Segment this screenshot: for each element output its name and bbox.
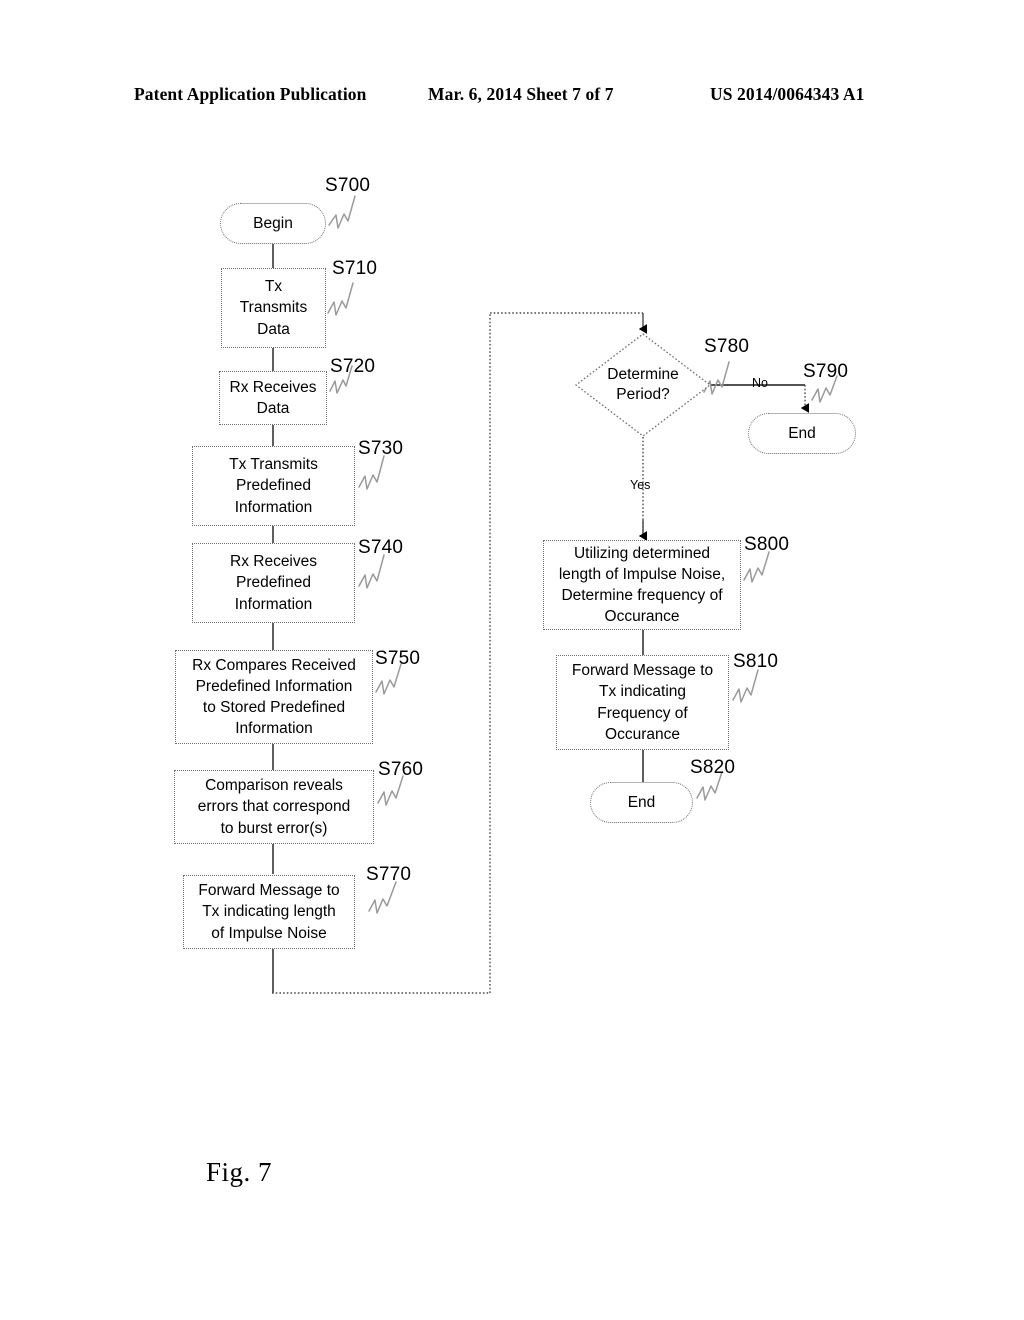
step-ref-s720: S720 <box>330 356 376 377</box>
node-end-no-branch[interactable]: End <box>748 413 856 454</box>
node-begin-label: Begin <box>253 214 293 232</box>
step-ref-s780: S780 <box>704 336 750 357</box>
node-tx-transmits-predefined-information-label: Tx Transmits Predefined Information <box>229 456 318 516</box>
step-ref-s710: S710 <box>332 258 378 279</box>
node-forward-message-frequency-occurance-label: Forward Message to Tx indicating Frequen… <box>571 662 714 743</box>
decision-determine-period[interactable]: Determine Period? <box>575 333 711 437</box>
step-ref-s810: S810 <box>733 651 779 672</box>
node-determine-frequency-of-occurance-label: Utilizing determined length of Impulse N… <box>558 544 726 626</box>
node-forward-message-frequency-occurance[interactable]: Forward Message to Tx indicating Frequen… <box>556 655 729 750</box>
step-ref-s820: S820 <box>690 757 736 778</box>
branch-label-yes: Yes <box>630 478 651 492</box>
step-ref-s750: S750 <box>375 648 421 669</box>
node-end-yes-branch[interactable]: End <box>590 782 693 823</box>
flowchart-connectors <box>272 195 838 994</box>
node-rx-compares-predefined-information[interactable]: Rx Compares Received Predefined Informat… <box>175 650 373 744</box>
decision-determine-period-label: Determine Period? <box>607 365 679 403</box>
figure-caption: Fig. 7 <box>206 1157 273 1187</box>
step-ref-s790: S790 <box>803 361 849 382</box>
node-comparison-reveals-errors-label: Comparison reveals errors that correspon… <box>197 777 351 837</box>
flowchart-figure: Begin S700 Tx Transmits Data S710 Rx Rec… <box>0 0 1024 1320</box>
step-ref-s730: S730 <box>358 438 404 459</box>
node-forward-message-length-impulse-noise-label: Forward Message to Tx indicating length … <box>198 882 340 942</box>
node-tx-transmits-predefined-information[interactable]: Tx Transmits Predefined Information <box>192 446 355 526</box>
node-rx-compares-predefined-information-label: Rx Compares Received Predefined Informat… <box>192 656 356 738</box>
node-end-yes-branch-label: End <box>627 793 656 811</box>
step-ref-s760: S760 <box>378 759 424 780</box>
node-determine-frequency-of-occurance[interactable]: Utilizing determined length of Impulse N… <box>543 540 741 630</box>
node-rx-receives-predefined-information-label: Rx Receives Predefined Information <box>230 553 317 613</box>
node-comparison-reveals-errors[interactable]: Comparison reveals errors that correspon… <box>174 770 374 844</box>
branch-label-no: No <box>752 376 768 390</box>
node-tx-transmits-data[interactable]: Tx Transmits Data <box>221 268 326 348</box>
node-rx-receives-predefined-information[interactable]: Rx Receives Predefined Information <box>192 543 355 623</box>
step-ref-s700: S700 <box>325 175 371 196</box>
step-ref-s800: S800 <box>744 534 790 555</box>
node-rx-receives-data-label: Rx Receives Data <box>229 378 317 417</box>
step-ref-s770: S770 <box>366 864 412 885</box>
step-ref-s740: S740 <box>358 537 404 558</box>
node-rx-receives-data[interactable]: Rx Receives Data <box>219 371 327 425</box>
node-end-no-branch-label: End <box>788 424 816 442</box>
node-forward-message-length-impulse-noise[interactable]: Forward Message to Tx indicating length … <box>183 875 355 949</box>
node-tx-transmits-data-label: Tx Transmits Data <box>239 278 308 338</box>
node-begin[interactable]: Begin <box>220 203 326 244</box>
